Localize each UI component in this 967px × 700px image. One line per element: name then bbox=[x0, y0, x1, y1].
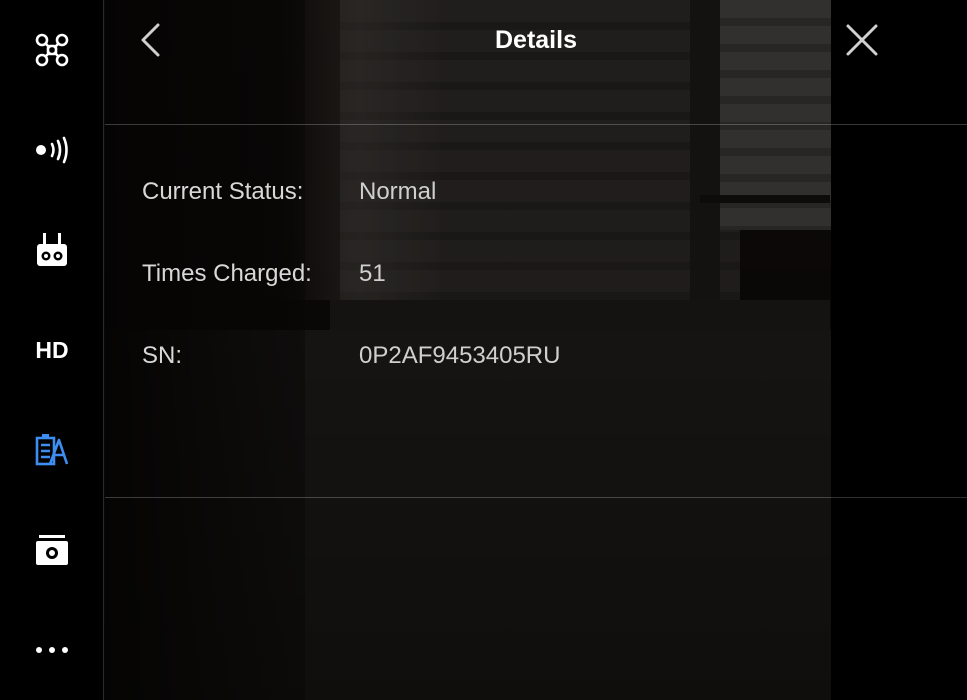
signal-icon bbox=[32, 135, 72, 165]
details-header: Details bbox=[105, 0, 967, 125]
sidebar-item-aircraft[interactable] bbox=[0, 0, 104, 100]
divider bbox=[831, 497, 967, 498]
sidebar-item-camera[interactable] bbox=[0, 500, 104, 600]
settings-sidebar: HD bbox=[0, 0, 104, 700]
hd-transmission-icon: HD bbox=[35, 336, 69, 363]
more-icon bbox=[35, 645, 69, 655]
sidebar-item-signal[interactable] bbox=[0, 100, 104, 200]
remote-controller-icon bbox=[35, 232, 69, 268]
times-charged-value: 51 bbox=[359, 260, 386, 287]
battery-icon bbox=[35, 433, 69, 467]
camera-icon bbox=[35, 534, 69, 566]
serial-number-value: 0P2AF9453405RU bbox=[359, 342, 561, 369]
detail-row-status: Current Status: Normal bbox=[142, 172, 436, 212]
close-icon bbox=[845, 23, 879, 62]
screen: HD Details Current Status: Normal Times … bbox=[0, 0, 967, 700]
detail-row-times-charged: Times Charged: 51 bbox=[142, 254, 386, 294]
times-charged-label: Times Charged: bbox=[142, 260, 312, 287]
status-label: Current Status: bbox=[142, 178, 304, 205]
battery-details: Current Status: Normal Times Charged: 51… bbox=[105, 126, 831, 498]
detail-row-serial-number: SN: 0P2AF9453405RU bbox=[142, 336, 560, 376]
sidebar-item-battery[interactable] bbox=[0, 400, 104, 500]
aircraft-icon bbox=[34, 32, 70, 68]
sidebar-item-remote-controller[interactable] bbox=[0, 200, 104, 300]
sidebar-item-hd-transmission[interactable]: HD bbox=[0, 300, 104, 400]
sidebar-item-more[interactable] bbox=[0, 600, 104, 700]
status-value: Normal bbox=[359, 178, 437, 205]
page-title: Details bbox=[495, 26, 577, 54]
close-button[interactable] bbox=[842, 22, 882, 62]
serial-number-label: SN: bbox=[142, 342, 183, 369]
